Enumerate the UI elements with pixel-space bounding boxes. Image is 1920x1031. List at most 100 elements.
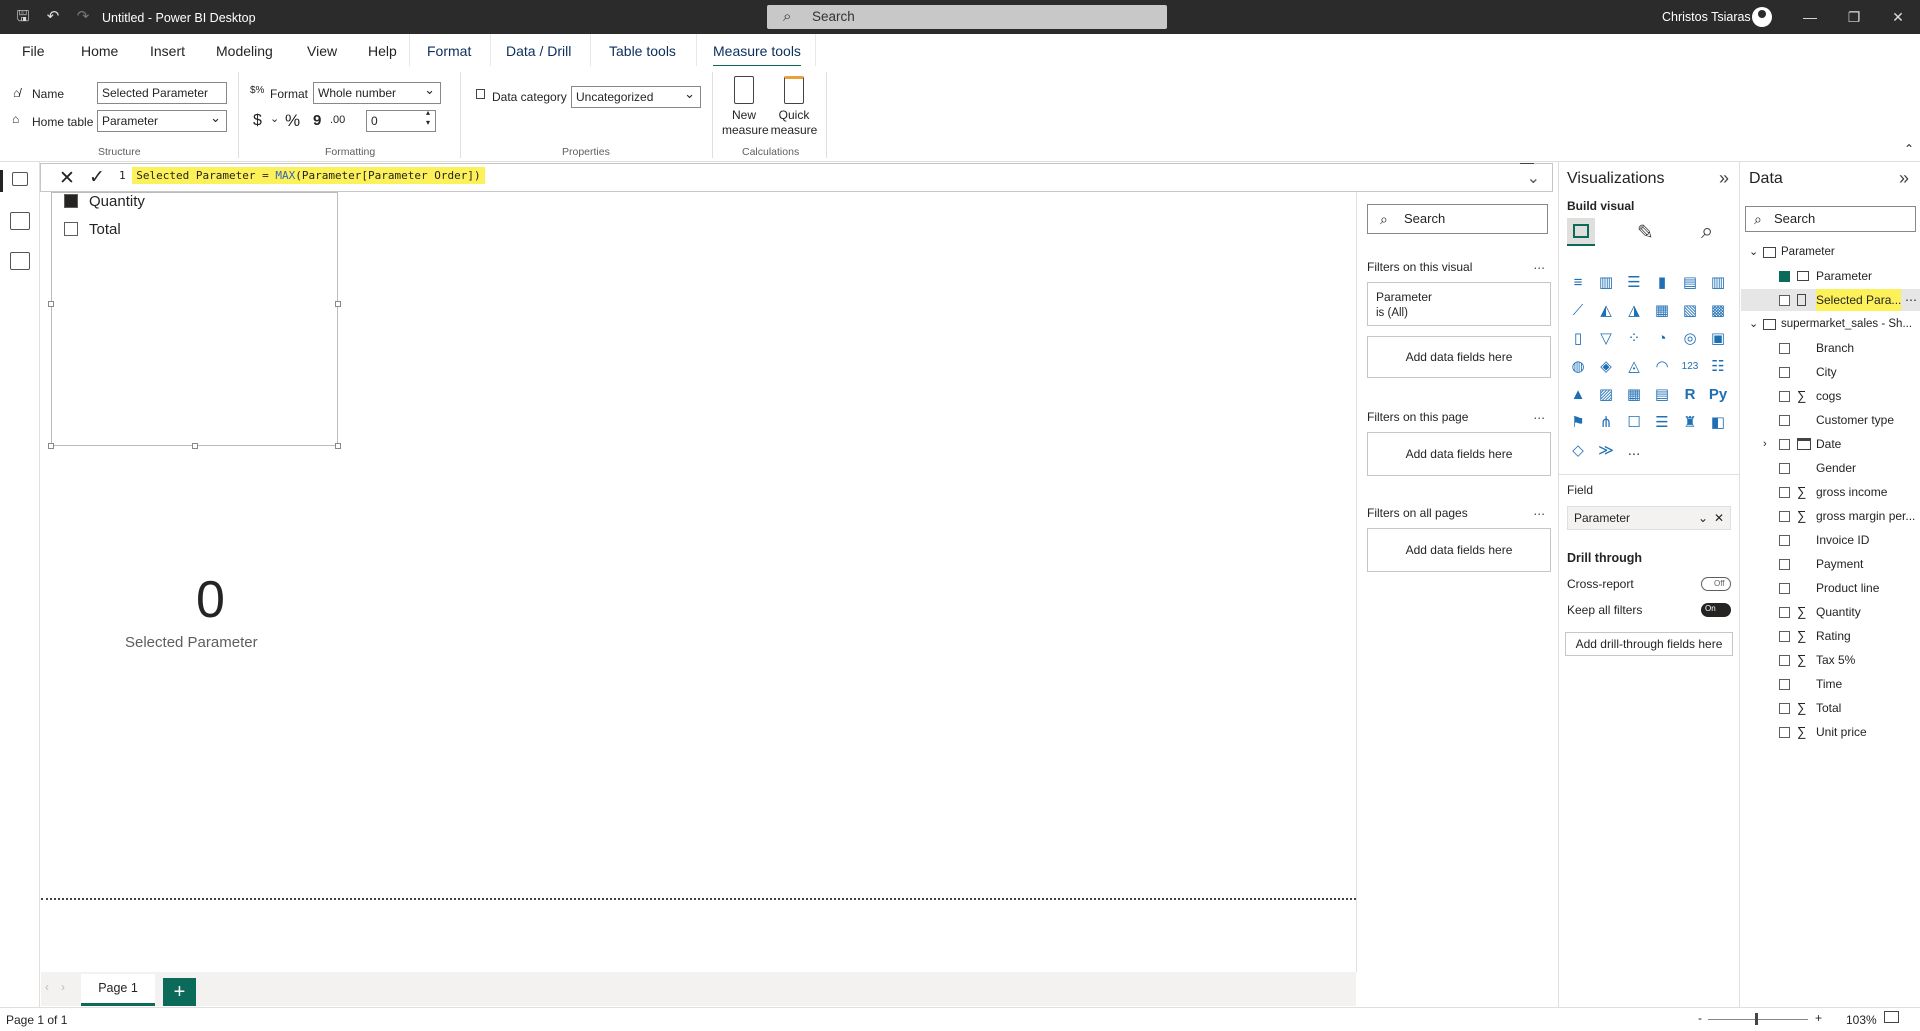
new-measure-button[interactable]: New measure — [722, 74, 769, 138]
more-options-icon[interactable]: ⋯ — [1905, 289, 1917, 311]
more-options-icon[interactable]: ... — [1533, 502, 1545, 518]
table-1[interactable]: ⌄ supermarket_sales - Sh... — [1741, 313, 1920, 335]
drill-through-drop[interactable]: Add drill-through fields here — [1565, 632, 1733, 656]
filter-card-parameter[interactable]: Parameter is (All) — [1367, 282, 1551, 326]
r-visual-icon[interactable]: R — [1679, 384, 1701, 406]
filled-map-icon[interactable]: ◈ — [1595, 356, 1617, 378]
restore-icon[interactable]: ❐ — [1842, 7, 1866, 27]
redo-icon[interactable]: ↷ — [74, 8, 92, 26]
resize-handle[interactable] — [192, 443, 198, 449]
resize-handle[interactable] — [48, 301, 54, 307]
chevron-right-icon[interactable]: › — [1763, 433, 1767, 455]
comma-button[interactable]: 9 — [313, 112, 321, 129]
treemap-icon[interactable]: ▣ — [1707, 328, 1729, 350]
field-checkbox[interactable] — [1779, 559, 1790, 570]
field-well-parameter[interactable]: Parameter ⌄ ✕ — [1567, 506, 1731, 530]
donut-icon[interactable]: ◎ — [1679, 328, 1701, 350]
multi-row-card-icon[interactable]: ☷ — [1707, 356, 1729, 378]
power-apps-icon[interactable]: ◧ — [1707, 412, 1729, 434]
waterfall-icon[interactable]: ▯ — [1567, 328, 1589, 350]
field-row[interactable]: Branch — [1741, 337, 1920, 359]
field-row[interactable]: Payment — [1741, 553, 1920, 575]
build-visual-tab[interactable] — [1567, 218, 1595, 246]
matrix-icon[interactable]: ▤ — [1651, 384, 1673, 406]
add-visual-filter-drop[interactable]: Add data fields here — [1367, 336, 1551, 378]
resize-handle[interactable] — [335, 301, 341, 307]
zoom-slider-thumb[interactable] — [1755, 1013, 1758, 1025]
field-row[interactable]: ∑ Total — [1741, 697, 1920, 719]
line-column-icon[interactable]: ▦ — [1651, 300, 1673, 322]
stacked-bar-icon[interactable]: ≡ — [1567, 272, 1589, 294]
field-checkbox[interactable] — [1779, 607, 1790, 618]
field-row[interactable]: ∑ gross income — [1741, 481, 1920, 503]
resize-handle[interactable] — [335, 443, 341, 449]
dax-editor[interactable]: 1 Selected Parameter = MAX(Parameter[Par… — [119, 167, 485, 184]
stacked-area-icon[interactable]: ◮ — [1623, 300, 1645, 322]
power-automate-icon[interactable]: ◇ — [1567, 440, 1589, 462]
area-chart-icon[interactable]: ◭ — [1595, 300, 1617, 322]
field-row[interactable]: Gender — [1741, 457, 1920, 479]
100-bar-icon[interactable]: ▤ — [1679, 272, 1701, 294]
paginated-report-icon[interactable]: ♜ — [1679, 412, 1701, 434]
next-page-icon[interactable]: › — [61, 980, 65, 994]
page-tab[interactable]: Page 1 — [81, 974, 155, 1006]
add-page-button[interactable]: + — [163, 978, 196, 1006]
more-options-icon[interactable]: ... — [1533, 406, 1545, 422]
field-row[interactable]: Product line — [1741, 577, 1920, 599]
collapse-pane-icon[interactable]: » — [1899, 168, 1909, 189]
field-row[interactable]: ∑ Rating — [1741, 625, 1920, 647]
collapse-ribbon-icon[interactable]: ⌃ — [1904, 142, 1914, 156]
field-checkbox[interactable] — [1779, 487, 1790, 498]
menu-table-tools[interactable]: Table tools — [609, 43, 676, 59]
qa-icon[interactable]: ☐ — [1623, 412, 1645, 434]
table-view-icon[interactable] — [10, 212, 30, 230]
metrics-icon[interactable]: ≫ — [1595, 440, 1617, 462]
field-checkbox[interactable] — [1779, 631, 1790, 642]
chevron-down-icon[interactable]: ⌄ — [270, 112, 279, 125]
quick-measure-button[interactable]: Quick measure — [770, 74, 818, 138]
menu-file[interactable]: File — [22, 43, 45, 59]
field-checkbox[interactable] — [1779, 583, 1790, 594]
currency-button[interactable]: $ — [253, 112, 262, 130]
table-0[interactable]: ⌄ Parameter — [1741, 241, 1920, 263]
gauge-icon[interactable]: ◠ — [1651, 356, 1673, 378]
field-checkbox[interactable] — [1779, 463, 1790, 474]
home-table-dropdown[interactable]: Parameter — [97, 108, 227, 132]
chevron-down-icon[interactable]: ⌄ — [1698, 507, 1708, 529]
user-name[interactable]: Christos Tsiaras — [1662, 10, 1751, 24]
chevron-down-icon[interactable]: ⌄ — [1749, 313, 1758, 335]
map-icon[interactable]: ◍ — [1567, 356, 1589, 378]
checkbox-checked[interactable] — [64, 194, 78, 208]
model-view-icon[interactable] — [10, 252, 30, 270]
100-column-icon[interactable]: ▥ — [1707, 272, 1729, 294]
add-page-filter-drop[interactable]: Add data fields here — [1367, 432, 1551, 476]
prev-page-icon[interactable]: ‹ — [45, 980, 49, 994]
decomposition-tree-icon[interactable]: ⋔ — [1595, 412, 1617, 434]
menu-measure-tools[interactable]: Measure tools — [713, 43, 801, 67]
kpi-icon[interactable]: ▲ — [1567, 384, 1589, 406]
menu-data-drill[interactable]: Data / Drill — [506, 43, 571, 59]
minimize-icon[interactable]: — — [1798, 7, 1822, 27]
global-search[interactable]: ⌕ Search — [767, 5, 1167, 29]
save-icon[interactable]: 🖫 — [14, 8, 32, 26]
menu-view[interactable]: View — [307, 43, 337, 59]
field-checkbox[interactable] — [1779, 343, 1790, 354]
spinner-icon[interactable]: ▴ ▾ — [426, 108, 430, 128]
commit-formula-icon[interactable]: ✓ — [89, 166, 105, 189]
field-row[interactable]: ∑ Tax 5% — [1741, 649, 1920, 671]
decimal-button[interactable]: .00 — [330, 114, 345, 126]
field-row[interactable]: Time — [1741, 673, 1920, 695]
field-checkbox[interactable] — [1779, 511, 1790, 522]
field-checkbox[interactable] — [1779, 535, 1790, 546]
field-checkbox[interactable] — [1779, 367, 1790, 378]
fit-to-page-icon[interactable] — [1884, 1011, 1899, 1023]
pie-chart-icon[interactable]: ◔ — [1651, 328, 1673, 350]
table-icon[interactable]: ▦ — [1623, 384, 1645, 406]
cancel-formula-icon[interactable]: ✕ — [59, 167, 75, 190]
field-checkbox[interactable] — [1779, 655, 1790, 666]
field-checkbox[interactable] — [1779, 439, 1790, 450]
minimize-formula-icon[interactable] — [1520, 163, 1534, 164]
percent-button[interactable]: % — [285, 111, 300, 131]
menu-modeling[interactable]: Modeling — [216, 43, 273, 59]
menu-format[interactable]: Format — [427, 43, 471, 59]
